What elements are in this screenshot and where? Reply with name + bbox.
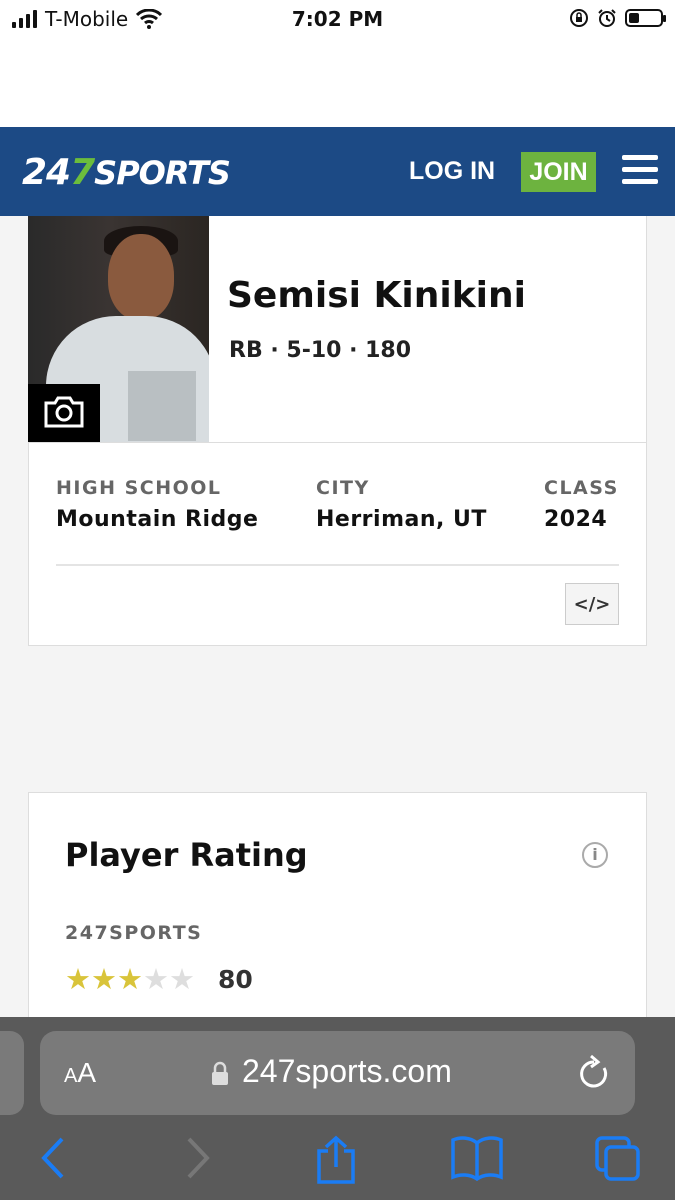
logo-digits: 24	[22, 152, 71, 193]
rating-title: Player Rating	[65, 836, 308, 874]
star-empty-icon: ★	[143, 962, 169, 996]
city-value: Herriman, UT	[316, 507, 487, 532]
rating-score: 80	[218, 965, 253, 994]
high-school-value[interactable]: Mountain Ridge	[56, 507, 258, 532]
forward-icon[interactable]	[183, 1135, 213, 1181]
class-value: 2024	[544, 507, 608, 532]
status-bar: T-Mobile 7:02 PM	[0, 0, 675, 38]
share-icon[interactable]	[314, 1135, 358, 1185]
star-filled-icon: ★	[117, 962, 143, 996]
login-link[interactable]: LOG IN	[409, 157, 495, 186]
star-filled-icon: ★	[65, 962, 91, 996]
divider	[28, 442, 647, 443]
page-top-space	[0, 38, 675, 127]
star-rating: ★ ★ ★ ★ ★	[65, 962, 195, 996]
bookmarks-icon[interactable]	[450, 1135, 504, 1181]
tabs-icon[interactable]	[594, 1135, 642, 1183]
battery-icon	[625, 9, 666, 27]
info-icon[interactable]: i	[582, 842, 608, 868]
hamburger-menu-icon[interactable]	[622, 155, 658, 187]
embed-code-button[interactable]: </>	[565, 583, 619, 625]
class-label: CLASS	[544, 477, 619, 499]
site-logo[interactable]: 247SPORTS	[22, 152, 231, 193]
city-label: CITY	[316, 477, 370, 499]
back-icon[interactable]	[38, 1135, 68, 1181]
previous-tab-edge[interactable]	[0, 1031, 24, 1115]
camera-icon[interactable]	[28, 384, 100, 442]
text-size-button[interactable]: AA	[64, 1057, 96, 1089]
rating-source: 247SPORTS	[65, 922, 203, 944]
star-empty-icon: ★	[169, 962, 195, 996]
high-school-label: HIGH SCHOOL	[56, 477, 222, 499]
alarm-icon	[598, 9, 616, 27]
lock-icon	[212, 1061, 228, 1085]
player-position-size: RB · 5-10 · 180	[229, 338, 412, 363]
star-filled-icon: ★	[91, 962, 117, 996]
status-right	[569, 8, 666, 28]
divider	[56, 564, 619, 566]
orientation-lock-icon	[570, 9, 588, 27]
reload-icon[interactable]	[577, 1054, 611, 1092]
player-name: Semisi Kinikini	[227, 275, 526, 316]
logo-seven: 7	[70, 152, 95, 193]
join-button[interactable]: JOIN	[521, 152, 596, 192]
url-text[interactable]: 247sports.com	[242, 1053, 452, 1090]
battery-level	[629, 13, 639, 23]
logo-word: SPORTS	[94, 154, 231, 192]
